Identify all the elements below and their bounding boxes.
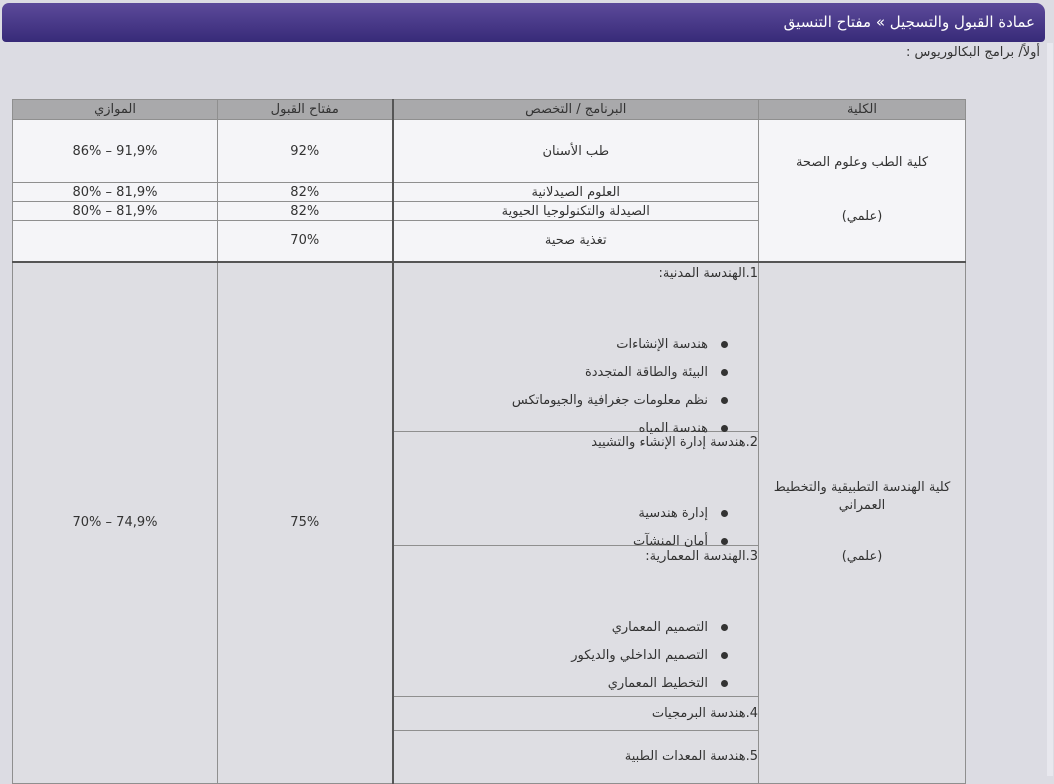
bullet-icon bbox=[721, 509, 728, 517]
college-cell: كلية الهندسة التطبيقية والتخطيط العمراني… bbox=[758, 260, 966, 784]
program-title: 4.هندسة البرمجيات bbox=[651, 705, 758, 721]
header-college: الكلية bbox=[758, 99, 966, 120]
program-block: 1.الهندسة المدنية: هندسة الإنشاءات البيئ… bbox=[393, 263, 758, 436]
program-block: 5.هندسة المعدات الطبية bbox=[394, 731, 758, 783]
page-title: عمادة القبول والتسجيل » مفتاح التنسيق bbox=[783, 13, 1035, 31]
list-item: البيئة والطاقة المتجددة bbox=[394, 359, 759, 387]
program-title: 2.هندسة إدارة الإنشاء والتشييد bbox=[591, 434, 758, 450]
program-title: 3.الهندسة المعمارية: bbox=[645, 548, 758, 564]
bullet-icon bbox=[721, 623, 728, 631]
program-title: 5.هندسة المعدات الطبية bbox=[624, 748, 758, 764]
list-item: نظم معلومات جغرافية والجيوماتكس bbox=[394, 387, 759, 415]
table-header-row: الموازي مفتاح القبول البرنامج / التخصص ا… bbox=[12, 99, 966, 120]
program-cell: طب الأسنان bbox=[391, 119, 759, 183]
parallel-cell: 81,9% – 80% bbox=[12, 201, 218, 221]
program-list-cell: 1.الهندسة المدنية: هندسة الإنشاءات البيئ… bbox=[391, 260, 759, 784]
key-cell: 75% bbox=[217, 260, 393, 784]
college-stream: (علمي) bbox=[841, 548, 883, 564]
list-item: إدارة هندسية bbox=[394, 500, 759, 528]
list-item: هندسة الإنشاءات bbox=[394, 331, 759, 359]
program-cell: تغذية صحية bbox=[391, 220, 759, 262]
key-cell: 92% bbox=[217, 119, 393, 183]
page-header-bar: عمادة القبول والتسجيل » مفتاح التنسيق bbox=[2, 3, 1045, 42]
scrollbar[interactable] bbox=[1047, 43, 1053, 776]
parallel-cell: 74,9% – 70% bbox=[12, 260, 218, 784]
college-cell: كلية الطب وعلوم الصحة (علمي) bbox=[758, 119, 966, 262]
bullet-icon bbox=[721, 368, 728, 376]
program-block: 4.هندسة البرمجيات bbox=[393, 697, 758, 731]
college-name: كلية الطب وعلوم الصحة bbox=[795, 155, 929, 171]
specialization-list: هندسة الإنشاءات البيئة والطاقة المتجددة … bbox=[394, 331, 759, 443]
program-block: 3.الهندسة المعمارية: التصميم المعماري ال… bbox=[393, 546, 759, 698]
program-title: 1.الهندسة المدنية: bbox=[658, 265, 758, 281]
bullet-icon bbox=[721, 537, 728, 545]
bullet-icon bbox=[721, 424, 728, 432]
section-subtitle: أولاً/ برامج البكالوريوس : bbox=[905, 45, 1040, 60]
college-name: كلية الهندسة التطبيقية والتخطيط العمراني bbox=[773, 480, 951, 514]
bullet-icon bbox=[721, 679, 728, 687]
bullet-icon bbox=[721, 340, 728, 348]
parallel-cell: 81,9% – 80% bbox=[12, 182, 218, 202]
bullet-icon bbox=[721, 651, 728, 659]
table-row: 74,9% – 70% 75% 1.الهندسة المدنية: هندسة… bbox=[12, 260, 966, 784]
key-cell: 82% bbox=[217, 182, 393, 202]
table-row: 91,9% – 86% 92% طب الأسنان كلية الطب وعل… bbox=[12, 119, 966, 262]
header-admission-key: مفتاح القبول bbox=[217, 99, 393, 120]
header-program: البرنامج / التخصص bbox=[391, 99, 759, 120]
program-block: 2.هندسة إدارة الإنشاء والتشييد إدارة هند… bbox=[393, 432, 759, 549]
bullet-icon bbox=[721, 396, 728, 404]
key-cell: 82% bbox=[217, 201, 393, 221]
admission-table: الموازي مفتاح القبول البرنامج / التخصص ا… bbox=[12, 99, 966, 784]
parallel-cell: 91,9% – 86% bbox=[12, 119, 218, 183]
specialization-list: التصميم المعماري التصميم الداخلي والديكو… bbox=[394, 614, 759, 698]
college-stream: (علمي) bbox=[841, 209, 883, 225]
list-item: التخطيط المعماري bbox=[394, 670, 759, 698]
list-item: التصميم الداخلي والديكور bbox=[394, 642, 759, 670]
key-cell: 70% bbox=[217, 220, 393, 262]
program-cell: الصيدلة والتكنولوجيا الحيوية bbox=[391, 201, 759, 221]
header-parallel: الموازي bbox=[12, 99, 218, 120]
program-cell: العلوم الصيدلانية bbox=[391, 182, 759, 202]
list-item: التصميم المعماري bbox=[394, 614, 759, 642]
parallel-cell bbox=[12, 220, 218, 262]
